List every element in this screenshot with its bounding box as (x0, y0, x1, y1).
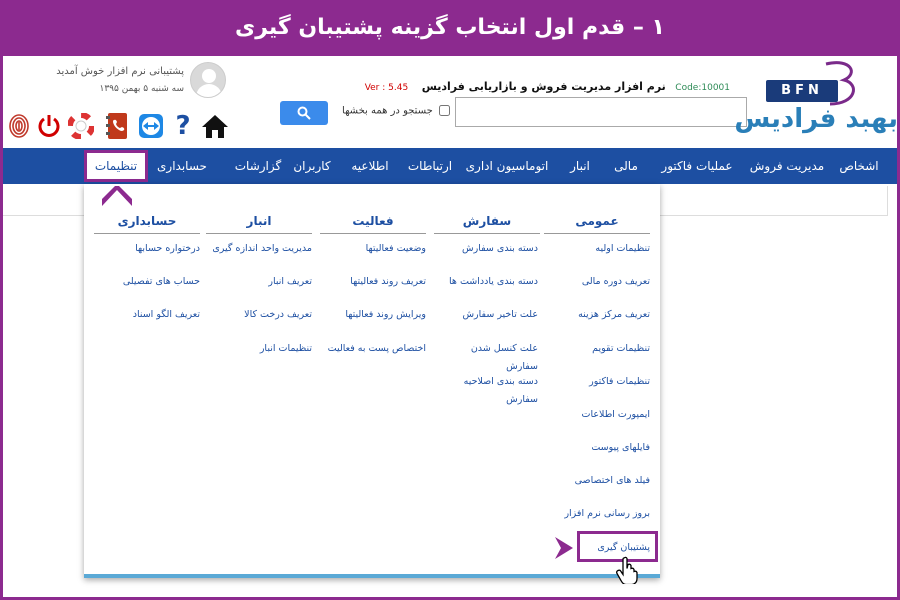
menu-item-calendar-settings[interactable]: تنظیمات تقویم (544, 342, 650, 355)
nav-item-accounting[interactable]: حسابداری (157, 148, 207, 184)
phone-book-icon[interactable] (104, 112, 130, 140)
teamviewer-icon[interactable] (138, 112, 164, 140)
search-all-label: جستجو در همه بخشها (342, 105, 433, 117)
logo-badge: BFN (766, 80, 838, 102)
menu-item-attachments[interactable]: فایلهای پیوست (544, 441, 650, 454)
menu-item-define-cost-center[interactable]: تعریف مرکز هزینه (544, 308, 650, 321)
user-box: پشتیبانی نرم افزار خوش آمدید سه شنبه ۵ ب… (56, 62, 228, 102)
menu-column-title: عمومی (544, 214, 650, 234)
menu-column-order: سفارش (434, 214, 540, 234)
menu-item-define-document-templates[interactable]: تعریف الگو اسناد (94, 308, 200, 321)
menu-item-order-delay-reason[interactable]: علت تاخیر سفارش (432, 308, 538, 321)
menu-item-detail-accounts[interactable]: حساب های تفصیلی (94, 275, 200, 288)
menu-item-import-data[interactable]: ایمپورت اطلاعات (544, 408, 650, 421)
menu-item-order-categories[interactable]: دسته بندی سفارش (432, 242, 538, 255)
menu-item-order-amendment-categories[interactable]: دسته بندی اصلاحیه (432, 375, 538, 388)
home-icon[interactable] (200, 112, 230, 140)
search-input[interactable] (455, 97, 747, 127)
help-icon[interactable]: ? (170, 111, 196, 141)
toolbar-icons: ? (6, 111, 230, 142)
menu-column-activity: فعالیت (320, 214, 426, 234)
menu-item-warehouse-settings[interactable]: تنظیمات انبار (206, 342, 312, 355)
search-all-checkbox[interactable] (439, 105, 450, 116)
menu-item-software-update[interactable]: بروز رسانی نرم افزار (544, 507, 650, 520)
fingerprint-icon[interactable] (6, 112, 32, 140)
menu-item-order-cancel-reason-cont[interactable]: سفارش (432, 360, 538, 373)
nav-item-communications[interactable]: ارتباطات (408, 148, 452, 184)
search-icon (297, 106, 311, 120)
instruction-banner: ١ – قدم اول انتخاب گزینه پشتیبان گیری (0, 0, 900, 56)
logo-name: بهبد فرادیس (734, 104, 898, 134)
nav-item-settings[interactable]: تنظیمات (84, 150, 148, 182)
avatar[interactable] (190, 62, 226, 98)
menu-item-invoice-settings[interactable]: تنظیمات فاکتور (544, 375, 650, 388)
search-all-option[interactable]: جستجو در همه بخشها (330, 105, 450, 117)
hand-cursor-icon (616, 556, 638, 584)
company-logo: BFN بهبد فرادیس (734, 60, 898, 142)
date-text: سه شنبه ۵ بهمن ۱۳۹۵ (99, 84, 184, 94)
lifebuoy-icon[interactable] (68, 112, 94, 140)
chevron-right-icon (555, 537, 573, 559)
menu-item-note-categories[interactable]: دسته بندی یادداشت ها (432, 275, 538, 288)
menu-column-title: سفارش (434, 214, 540, 234)
nav-item-warehouse[interactable]: انبار (570, 148, 590, 184)
chevron-up-icon (102, 186, 132, 206)
app-name: نرم افزار مدیریت فروش و بازاریابی فرادیس (421, 80, 666, 93)
menu-item-initial-settings[interactable]: تنظیمات اولیه (544, 242, 650, 255)
nav-item-persons[interactable]: اشخاص (839, 148, 878, 184)
search-button[interactable] (280, 101, 328, 125)
menu-item-chart-of-accounts[interactable]: درختواره حسابها (94, 242, 200, 255)
settings-dropdown-menu: عمومی تنظیمات اولیه تعریف دوره مالی تعری… (84, 184, 660, 578)
menu-item-define-product-tree[interactable]: تعریف درخت کالا (206, 308, 312, 321)
menu-item-define-activity-flow[interactable]: تعریف روند فعالیتها (320, 275, 426, 288)
nav-item-invoice-operations[interactable]: عملیات فاکتور (661, 148, 732, 184)
menu-item-custom-fields[interactable]: فیلد های اختصاصی (544, 474, 650, 487)
menu-item-define-fiscal-period[interactable]: تعریف دوره مالی (544, 275, 650, 288)
menu-item-assign-post-to-activity[interactable]: اختصاص پست به فعالیت (320, 342, 426, 355)
menu-column-accounting: حسابداری (94, 214, 200, 234)
menu-column-title: انبار (206, 214, 312, 234)
nav-item-users[interactable]: کاربران (293, 148, 330, 184)
welcome-text: پشتیبانی نرم افزار خوش آمدید (56, 66, 184, 77)
nav-item-announcements[interactable]: اطلاعیه (351, 148, 388, 184)
power-icon[interactable] (36, 112, 62, 140)
menu-column-general: عمومی (544, 214, 650, 234)
menu-column-title: حسابداری (94, 214, 200, 234)
app-title-line: Code:10001 نرم افزار مدیریت فروش و بازار… (365, 80, 730, 94)
menu-column-warehouse: انبار (206, 214, 312, 234)
version-label: Ver : 5.45 (364, 83, 409, 93)
menu-item-order-amendment-categories-cont[interactable]: سفارش (432, 393, 538, 406)
nav-item-sales-management[interactable]: مدیریت فروش (750, 148, 824, 184)
nav-item-reports[interactable]: گزارشات (235, 148, 281, 184)
nav-item-office-automation[interactable]: اتوماسیون اداری (466, 148, 549, 184)
menu-item-activity-status[interactable]: وضعیت فعالیتها (320, 242, 426, 255)
menu-column-title: فعالیت (320, 214, 426, 234)
menu-item-define-warehouse[interactable]: تعریف انبار (206, 275, 312, 288)
nav-item-finance[interactable]: مالی (614, 148, 638, 184)
menu-item-order-cancel-reason[interactable]: علت کنسل شدن (432, 342, 538, 355)
company-code: Code:10001 (675, 83, 730, 93)
menu-item-edit-activity-flow[interactable]: ویرایش روند فعالیتها (320, 308, 426, 321)
menu-item-measurement-units[interactable]: مدیریت واحد اندازه گیری (206, 242, 312, 255)
